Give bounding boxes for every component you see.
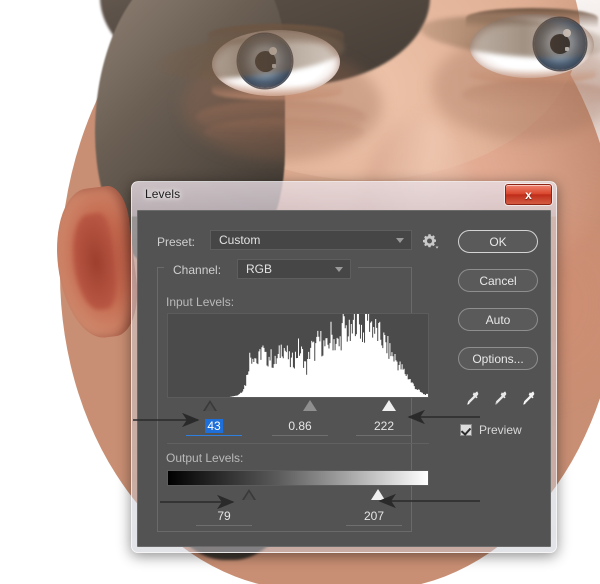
input-gamma-slider[interactable] <box>303 400 317 411</box>
close-button[interactable]: x <box>505 184 552 205</box>
input-white-slider[interactable] <box>382 400 396 411</box>
dialog-titlebar[interactable]: Levels x <box>131 181 557 209</box>
eyedropper-gray-point-icon[interactable] <box>491 389 511 409</box>
output-white-slider[interactable] <box>371 489 385 500</box>
preset-select[interactable]: Custom <box>210 230 412 250</box>
input-black-value[interactable]: 43 <box>186 419 242 436</box>
preset-label: Preset: <box>157 235 196 249</box>
close-icon: x <box>525 187 532 202</box>
output-levels-label: Output Levels: <box>166 451 244 465</box>
input-gamma-value[interactable]: 0.86 <box>272 419 328 436</box>
chevron-down-icon <box>396 238 404 243</box>
output-white-value[interactable]: 207 <box>346 509 402 526</box>
histogram-plot <box>168 314 428 397</box>
output-slider-track[interactable] <box>167 487 429 503</box>
ok-button[interactable]: OK <box>458 230 538 253</box>
preset-value: Custom <box>219 233 261 247</box>
channel-value: RGB <box>246 262 273 276</box>
lower-eyelid-left <box>212 84 342 100</box>
levels-dialog: Levels x Preset: Custom Channel: RGB Inp… <box>131 181 557 553</box>
preview-checkbox-row[interactable]: Preview <box>460 423 522 437</box>
dialog-title: Levels <box>145 187 181 201</box>
options-button[interactable]: Options... <box>458 347 538 370</box>
input-slider-track[interactable] <box>167 398 429 414</box>
input-levels-label: Input Levels: <box>166 295 235 309</box>
eyedropper-group <box>463 389 543 411</box>
gear-icon[interactable] <box>421 232 439 250</box>
histogram-bars <box>168 314 428 397</box>
auto-button[interactable]: Auto <box>458 308 538 331</box>
preview-checkbox[interactable] <box>460 424 472 436</box>
output-black-value[interactable]: 79 <box>196 509 252 526</box>
cancel-button[interactable]: Cancel <box>458 269 538 292</box>
eyedropper-black-point-icon[interactable] <box>463 389 483 409</box>
undereye-crease-2 <box>204 118 364 146</box>
histogram <box>167 313 429 398</box>
input-black-slider[interactable] <box>203 400 217 411</box>
undereye-crease-3 <box>462 80 600 110</box>
eyedropper-white-point-icon[interactable] <box>519 389 539 409</box>
dialog-body: Preset: Custom Channel: RGB Input Levels… <box>137 210 551 547</box>
section-divider <box>167 443 429 444</box>
chevron-down-icon <box>335 267 343 272</box>
output-black-slider[interactable] <box>242 489 256 500</box>
output-gradient-bar <box>167 470 429 486</box>
preview-label: Preview <box>479 423 522 437</box>
input-white-value[interactable]: 222 <box>356 419 412 436</box>
channel-label: Channel: <box>169 263 226 277</box>
channel-select[interactable]: RGB <box>237 259 351 279</box>
